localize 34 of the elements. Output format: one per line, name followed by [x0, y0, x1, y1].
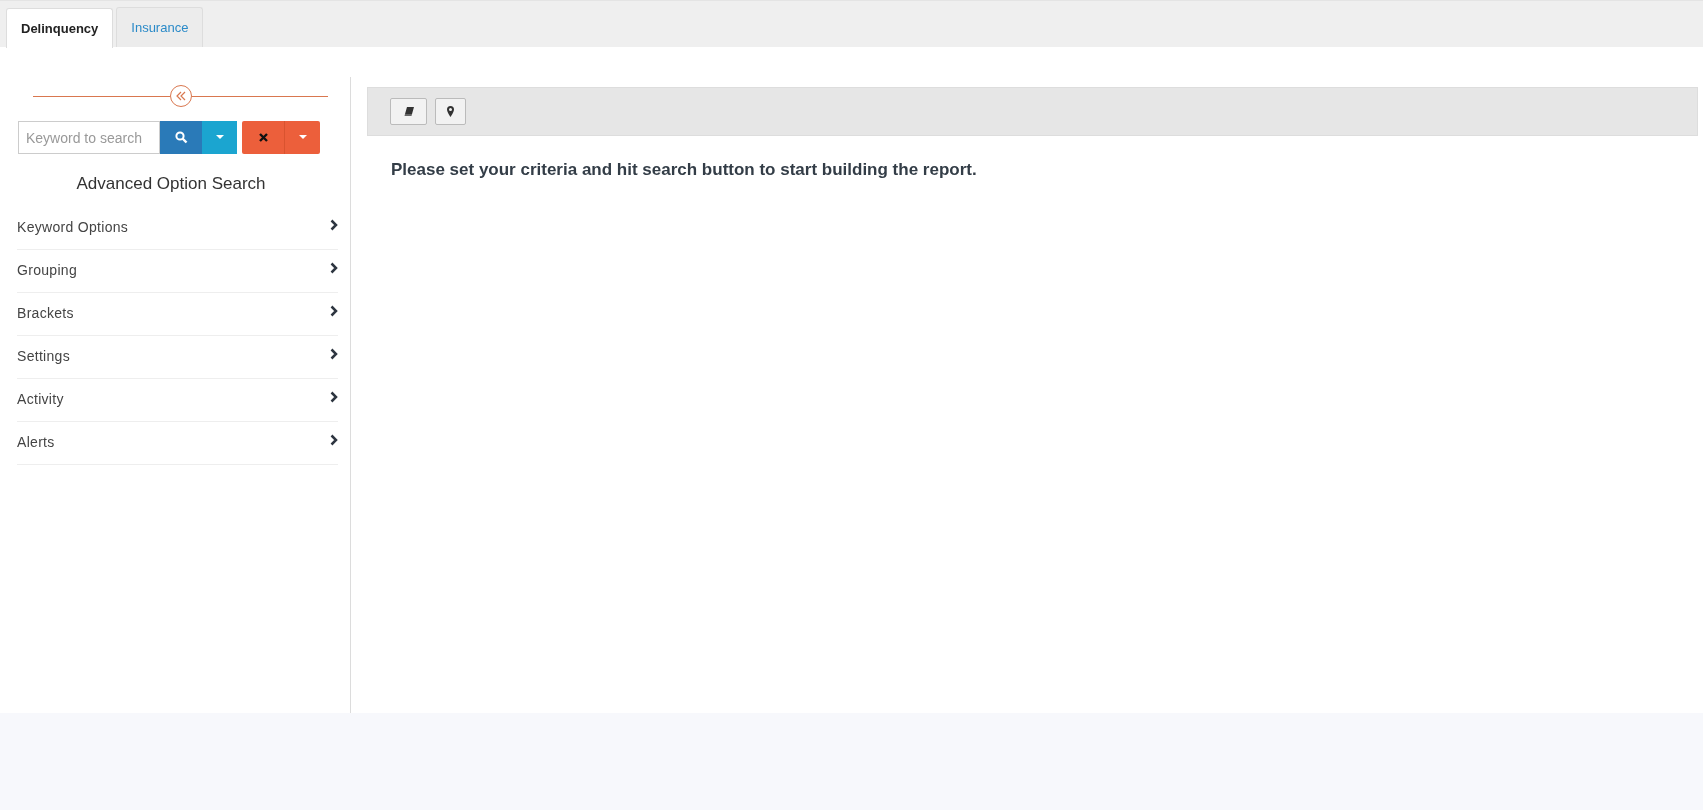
tab[interactable]: Delinquency [6, 8, 114, 48]
menu-item-label: Settings [17, 347, 70, 366]
menu-item[interactable]: Alerts [17, 421, 338, 465]
search-button[interactable] [160, 121, 202, 154]
menu-item[interactable]: Activity [17, 378, 338, 422]
panel-title: Advanced Option Search [75, 173, 267, 195]
chevron-right-icon [330, 347, 338, 360]
menu-item-label: Alerts [17, 433, 55, 452]
menu-item-label: Brackets [17, 304, 74, 323]
info-message: Please set your criteria and hit search button to start building the report. [391, 159, 978, 181]
chevron-right-icon [330, 218, 338, 231]
menu-item[interactable]: Grouping [17, 249, 338, 293]
location-button[interactable] [435, 98, 466, 125]
double-chevron-left-icon [175, 91, 186, 101]
menu-item[interactable]: Settings [17, 335, 338, 379]
menu-item-label: Keyword Options [17, 218, 129, 237]
collapse-button[interactable] [169, 85, 192, 107]
map-pin-icon [447, 106, 454, 117]
menu-item[interactable]: Keyword Options [17, 206, 338, 250]
menu-item-label: Grouping [17, 261, 77, 280]
menu-item[interactable]: Brackets [17, 292, 338, 336]
clear-button[interactable] [242, 121, 284, 154]
search-field[interactable]: Keyword to search [18, 121, 160, 154]
search-icon [174, 131, 188, 144]
book-icon [403, 107, 414, 116]
chevron-right-icon [330, 304, 338, 317]
book-button[interactable] [390, 98, 427, 125]
chevron-right-icon [330, 433, 338, 446]
caret-icon [215, 135, 224, 140]
chevron-right-icon [330, 390, 338, 403]
menu-item-label: Activity [17, 390, 64, 409]
chevron-right-icon [330, 261, 338, 274]
close-icon [258, 133, 268, 142]
caret-icon [298, 135, 307, 140]
